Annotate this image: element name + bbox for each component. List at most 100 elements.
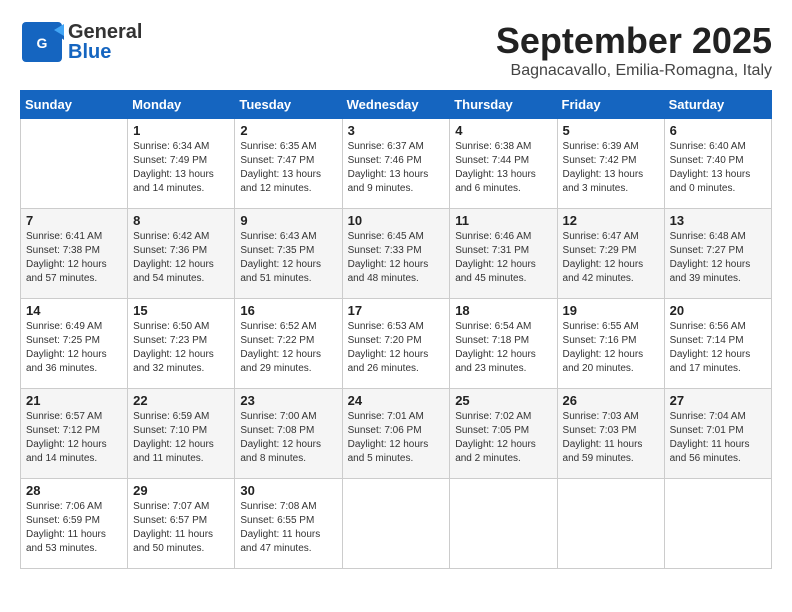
day-info: Sunrise: 7:03 AMSunset: 7:03 PMDaylight:… — [563, 410, 659, 466]
header-cell-wednesday: Wednesday — [342, 91, 450, 119]
day-cell: 11 Sunrise: 6:46 AMSunset: 7:31 PMDayligh… — [450, 209, 557, 299]
day-cell: 26Sunrise: 7:03 AMSunset: 7:03 PMDayligh… — [557, 389, 664, 479]
day-cell — [342, 479, 450, 569]
day-info: Sunrise: 6:53 AMSunset: 7:20 PMDaylight:… — [348, 320, 445, 376]
day-info: Sunrise: 6:59 AMSunset: 7:10 PMDaylight:… — [133, 410, 229, 466]
day-number: 2 — [240, 123, 336, 138]
day-info: Sunrise: 6:54 AMSunset: 7:18 PMDaylight:… — [455, 320, 551, 376]
day-info: Sunrise: 6:37 AMSunset: 7:46 PMDaylight:… — [348, 140, 445, 196]
day-cell: 22 Sunrise: 6:59 AMSunset: 7:10 PMDayligh… — [128, 389, 235, 479]
svg-text:G: G — [37, 35, 48, 51]
day-number: 17 — [348, 303, 445, 318]
day-info: Sunrise: 6:55 AMSunset: 7:16 PMDaylight:… — [563, 320, 659, 376]
day-number: 22 — [133, 393, 229, 408]
day-info: Sunrise: 6:35 AMSunset: 7:47 PMDaylight:… — [240, 140, 336, 196]
day-number: 3 — [348, 123, 445, 138]
title-block: September 2025 Bagnacavallo, Emilia-Roma… — [496, 20, 772, 80]
day-info: Sunrise: 6:46 AMSunset: 7:31 PMDaylight:… — [455, 230, 551, 286]
day-number: 7 — [26, 213, 122, 228]
day-cell: 24 Sunrise: 7:01 AMSunset: 7:06 PMDayligh… — [342, 389, 450, 479]
week-row-5: 28 Sunrise: 7:06 AMSunset: 6:59 PMDayligh… — [21, 479, 772, 569]
day-cell: 10 Sunrise: 6:45 AMSunset: 7:33 PMDayligh… — [342, 209, 450, 299]
day-cell: 1 Sunrise: 6:34 AMSunset: 7:49 PMDaylight… — [128, 119, 235, 209]
logo-general: General — [68, 22, 142, 42]
day-info: Sunrise: 7:02 AMSunset: 7:05 PMDaylight:… — [455, 410, 551, 466]
day-number: 18 — [455, 303, 551, 318]
day-number: 10 — [348, 213, 445, 228]
calendar-body: 1 Sunrise: 6:34 AMSunset: 7:49 PMDaylight… — [21, 119, 772, 569]
day-cell: 4Sunrise: 6:38 AMSunset: 7:44 PMDaylight… — [450, 119, 557, 209]
day-number: 8 — [133, 213, 229, 228]
week-row-2: 7Sunrise: 6:41 AMSunset: 7:38 PMDaylight… — [21, 209, 772, 299]
day-info: Sunrise: 6:57 AMSunset: 7:12 PMDaylight:… — [26, 410, 122, 466]
day-cell: 5 Sunrise: 6:39 AMSunset: 7:42 PMDaylight… — [557, 119, 664, 209]
day-number: 27 — [670, 393, 766, 408]
header-cell-saturday: Saturday — [664, 91, 771, 119]
day-info: Sunrise: 7:06 AMSunset: 6:59 PMDaylight:… — [26, 500, 122, 556]
day-number: 20 — [670, 303, 766, 318]
day-cell: 18 Sunrise: 6:54 AMSunset: 7:18 PMDayligh… — [450, 299, 557, 389]
day-cell: 8Sunrise: 6:42 AMSunset: 7:36 PMDaylight… — [128, 209, 235, 299]
day-info: Sunrise: 6:34 AMSunset: 7:49 PMDaylight:… — [133, 140, 229, 196]
day-cell — [664, 479, 771, 569]
day-info: Sunrise: 7:01 AMSunset: 7:06 PMDaylight:… — [348, 410, 445, 466]
day-info: Sunrise: 6:43 AMSunset: 7:35 PMDaylight:… — [240, 230, 336, 286]
day-info: Sunrise: 6:52 AMSunset: 7:22 PMDaylight:… — [240, 320, 336, 376]
week-row-1: 1 Sunrise: 6:34 AMSunset: 7:49 PMDaylight… — [21, 119, 772, 209]
header-cell-friday: Friday — [557, 91, 664, 119]
day-cell: 15 Sunrise: 6:50 AMSunset: 7:23 PMDayligh… — [128, 299, 235, 389]
day-number: 29 — [133, 483, 229, 498]
day-cell: 27Sunrise: 7:04 AMSunset: 7:01 PMDayligh… — [664, 389, 771, 479]
day-number: 16 — [240, 303, 336, 318]
day-info: Sunrise: 6:48 AMSunset: 7:27 PMDaylight:… — [670, 230, 766, 286]
day-number: 1 — [133, 123, 229, 138]
day-number: 13 — [670, 213, 766, 228]
day-number: 4 — [455, 123, 551, 138]
day-info: Sunrise: 6:45 AMSunset: 7:33 PMDaylight:… — [348, 230, 445, 286]
day-number: 6 — [670, 123, 766, 138]
month-title: September 2025 — [496, 20, 772, 62]
day-cell: 7Sunrise: 6:41 AMSunset: 7:38 PMDaylight… — [21, 209, 128, 299]
day-cell: 9 Sunrise: 6:43 AMSunset: 7:35 PMDaylight… — [235, 209, 342, 299]
day-number: 23 — [240, 393, 336, 408]
day-cell: 20 Sunrise: 6:56 AMSunset: 7:14 PMDayligh… — [664, 299, 771, 389]
day-cell: 13 Sunrise: 6:48 AMSunset: 7:27 PMDayligh… — [664, 209, 771, 299]
day-info: Sunrise: 7:07 AMSunset: 6:57 PMDaylight:… — [133, 500, 229, 556]
day-number: 28 — [26, 483, 122, 498]
header-cell-tuesday: Tuesday — [235, 91, 342, 119]
day-cell: 23Sunrise: 7:00 AMSunset: 7:08 PMDayligh… — [235, 389, 342, 479]
day-cell: 17 Sunrise: 6:53 AMSunset: 7:20 PMDayligh… — [342, 299, 450, 389]
logo: G General Blue — [20, 20, 142, 64]
day-info: Sunrise: 7:08 AMSunset: 6:55 PMDaylight:… — [240, 500, 336, 556]
day-cell — [21, 119, 128, 209]
day-number: 5 — [563, 123, 659, 138]
day-number: 30 — [240, 483, 336, 498]
day-cell: 3 Sunrise: 6:37 AMSunset: 7:46 PMDaylight… — [342, 119, 450, 209]
day-number: 24 — [348, 393, 445, 408]
day-number: 14 — [26, 303, 122, 318]
day-cell: 28 Sunrise: 7:06 AMSunset: 6:59 PMDayligh… — [21, 479, 128, 569]
day-cell: 19 Sunrise: 6:55 AMSunset: 7:16 PMDayligh… — [557, 299, 664, 389]
header-cell-monday: Monday — [128, 91, 235, 119]
day-cell: 6Sunrise: 6:40 AMSunset: 7:40 PMDaylight… — [664, 119, 771, 209]
location-subtitle: Bagnacavallo, Emilia-Romagna, Italy — [496, 62, 772, 80]
header-cell-sunday: Sunday — [21, 91, 128, 119]
day-number: 19 — [563, 303, 659, 318]
day-info: Sunrise: 6:47 AMSunset: 7:29 PMDaylight:… — [563, 230, 659, 286]
day-number: 9 — [240, 213, 336, 228]
day-number: 15 — [133, 303, 229, 318]
week-row-3: 14Sunrise: 6:49 AMSunset: 7:25 PMDayligh… — [21, 299, 772, 389]
day-info: Sunrise: 6:50 AMSunset: 7:23 PMDaylight:… — [133, 320, 229, 376]
logo-blue: Blue — [68, 42, 142, 62]
day-cell: 25Sunrise: 7:02 AMSunset: 7:05 PMDayligh… — [450, 389, 557, 479]
day-info: Sunrise: 6:39 AMSunset: 7:42 PMDaylight:… — [563, 140, 659, 196]
header-cell-thursday: Thursday — [450, 91, 557, 119]
day-info: Sunrise: 6:56 AMSunset: 7:14 PMDaylight:… — [670, 320, 766, 376]
calendar-header: SundayMondayTuesdayWednesdayThursdayFrid… — [21, 91, 772, 119]
day-cell: 14Sunrise: 6:49 AMSunset: 7:25 PMDayligh… — [21, 299, 128, 389]
day-cell: 30 Sunrise: 7:08 AMSunset: 6:55 PMDayligh… — [235, 479, 342, 569]
day-cell: 2 Sunrise: 6:35 AMSunset: 7:47 PMDaylight… — [235, 119, 342, 209]
day-number: 21 — [26, 393, 122, 408]
day-number: 11 — [455, 213, 551, 228]
header-row: SundayMondayTuesdayWednesdayThursdayFrid… — [21, 91, 772, 119]
